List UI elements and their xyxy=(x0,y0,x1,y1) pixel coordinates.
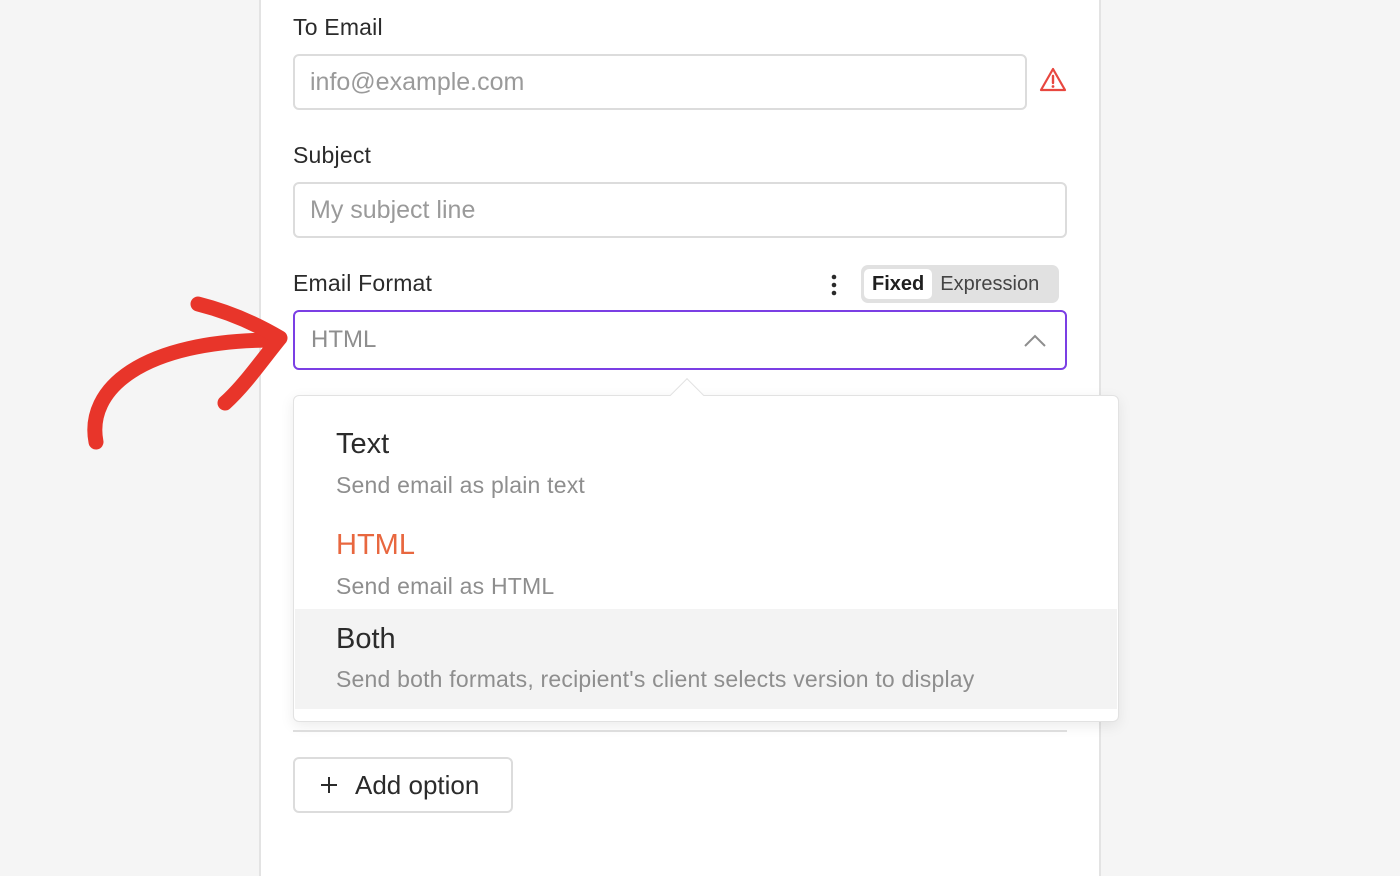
subject-input[interactable] xyxy=(310,195,1065,225)
chevron-up-icon xyxy=(1024,334,1046,347)
to-email-input[interactable] xyxy=(310,67,1025,97)
add-option-button[interactable]: Add option xyxy=(293,757,513,813)
option-description: Send email as HTML xyxy=(336,573,555,599)
option-title: Both xyxy=(336,623,396,655)
to-email-field-wrapper xyxy=(293,54,1027,110)
email-format-select[interactable]: HTML xyxy=(293,310,1067,370)
curved-arrow-annotation xyxy=(87,296,288,450)
to-email-label: To Email xyxy=(293,14,383,40)
option-description: Send both formats, recipient's client se… xyxy=(336,666,975,692)
warning-triangle-icon xyxy=(1039,67,1067,92)
option-text[interactable]: Text Send email as plain text xyxy=(295,404,1117,504)
fixed-expression-toggle: Fixed Expression xyxy=(861,265,1059,303)
fixed-mode-button[interactable]: Fixed xyxy=(864,269,933,299)
add-option-label: Add option xyxy=(355,769,480,800)
section-divider xyxy=(293,730,1067,732)
email-format-selected-value: HTML xyxy=(311,326,377,353)
vertical-dots-icon[interactable] xyxy=(822,272,846,298)
plus-icon xyxy=(321,777,337,793)
expression-mode-button[interactable]: Expression xyxy=(932,269,1047,299)
option-title: Text xyxy=(336,428,390,460)
email-format-dropdown: Text Send email as plain text HTML Send … xyxy=(293,395,1119,722)
subject-label: Subject xyxy=(293,142,372,168)
option-title: HTML xyxy=(336,529,415,561)
email-format-label: Email Format xyxy=(293,270,433,296)
option-description: Send email as plain text xyxy=(336,472,585,498)
option-html[interactable]: HTML Send email as HTML xyxy=(295,505,1117,605)
subject-field-wrapper xyxy=(293,182,1067,238)
option-both[interactable]: Both Send both formats, recipient's clie… xyxy=(295,609,1117,709)
